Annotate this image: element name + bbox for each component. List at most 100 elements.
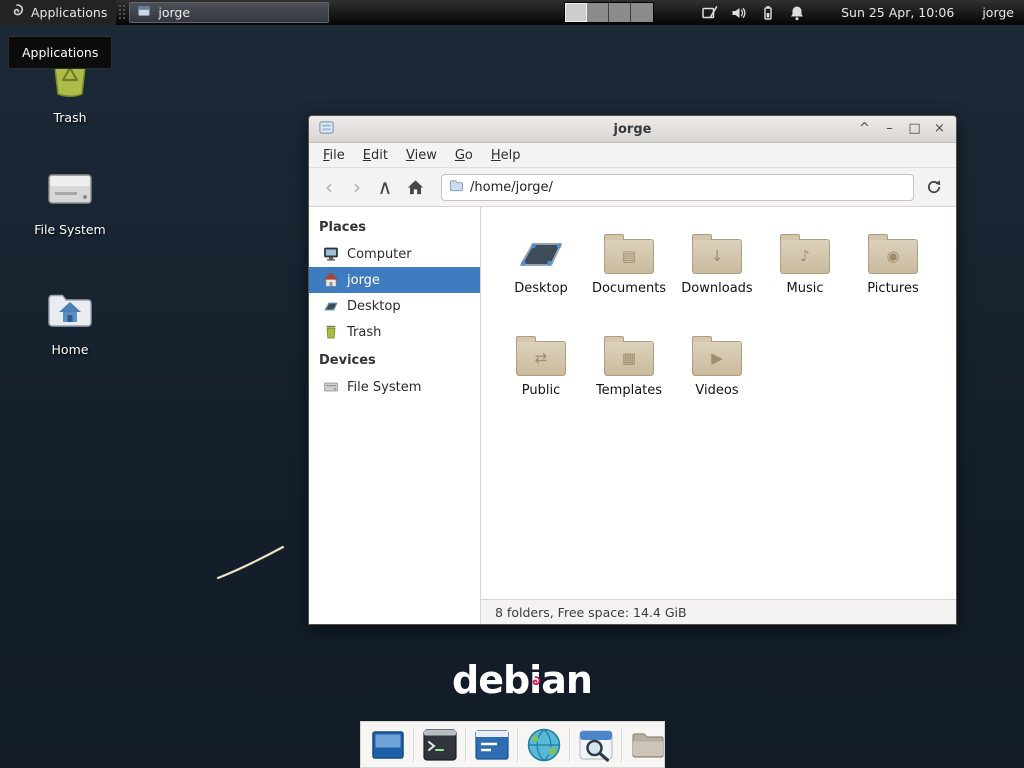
volume-icon[interactable] [731, 5, 747, 21]
folder-icon: ▶ [692, 341, 742, 376]
sidebar-item-desktop[interactable]: Desktop [309, 293, 480, 319]
user-menu[interactable]: jorge [982, 5, 1014, 20]
documents-emblem-icon: ▤ [605, 249, 653, 264]
home-icon [323, 272, 339, 288]
console-launcher-icon[interactable] [473, 726, 511, 764]
desktop-doodle-line [212, 540, 292, 585]
folder-item-pictures[interactable]: ◉ Pictures [849, 225, 937, 313]
dock-separator [465, 728, 467, 762]
folder-item-videos[interactable]: ▶ Videos [673, 327, 761, 415]
folder-icon: ⇄ [516, 341, 566, 376]
titlebar[interactable]: jorge ^ – □ × [309, 116, 956, 143]
applications-menu-button[interactable]: Applications [0, 0, 116, 25]
home-folder-icon [47, 290, 93, 333]
debian-logo: debian [452, 660, 592, 702]
dock-separator [569, 728, 571, 762]
input-device-icon[interactable] [702, 5, 718, 21]
shade-button[interactable]: ^ [857, 116, 872, 142]
folder-item-downloads[interactable]: ↓ Downloads [673, 225, 761, 313]
workspace-1[interactable] [565, 3, 587, 22]
folder-icon: ♪ [780, 239, 830, 274]
templates-emblem-icon: ▦ [605, 351, 653, 366]
videos-emblem-icon: ▶ [693, 351, 741, 366]
dock-separator [517, 728, 519, 762]
statusbar-text: 8 folders, Free space: 14.4 GiB [495, 605, 687, 620]
desktop-launcher-icon[interactable] [369, 726, 407, 764]
desktop-icon-label: Trash [53, 110, 86, 125]
dock-separator [413, 728, 415, 762]
workspace-2[interactable] [587, 3, 609, 22]
sidebar-item-label: File System [347, 380, 421, 395]
folder-item-templates[interactable]: ▦ Templates [585, 327, 673, 415]
close-button[interactable]: × [932, 116, 947, 142]
menu-edit[interactable]: Edit [354, 145, 397, 166]
folder-item-music[interactable]: ♪ Music [761, 225, 849, 313]
menu-help[interactable]: Help [482, 145, 530, 166]
forward-button[interactable]: › [347, 177, 367, 197]
public-emblem-icon: ⇄ [517, 351, 565, 366]
sidebar-item-jorge[interactable]: jorge [309, 267, 480, 293]
folder-item-public[interactable]: ⇄ Public [497, 327, 585, 415]
debian-logo-text: debian [452, 658, 592, 702]
debian-swirl-icon [529, 655, 542, 697]
taskbar-window-label: jorge [158, 5, 190, 20]
clock[interactable]: Sun 25 Apr, 10:06 [841, 5, 954, 20]
back-button[interactable]: ‹ [319, 177, 339, 197]
file-manager-window: jorge ^ – □ × File Edit View Go Help ‹ ›… [308, 115, 957, 625]
desktop-home-icon[interactable]: Home [27, 290, 113, 357]
folder-label: Music [787, 281, 824, 296]
folder-label: Templates [596, 383, 662, 398]
taskbar-window-icon [137, 4, 151, 21]
folder-icon: ▤ [604, 239, 654, 274]
taskbar-window-button[interactable]: jorge [129, 2, 329, 23]
minimize-button[interactable]: – [882, 116, 897, 142]
folder-label: Videos [695, 383, 738, 398]
app-finder-launcher-icon[interactable] [577, 726, 615, 764]
sidebar-devices-header: Devices [309, 345, 480, 374]
path-input[interactable] [470, 180, 906, 195]
notifications-bell-icon[interactable] [789, 5, 805, 21]
music-emblem-icon: ♪ [781, 249, 829, 264]
menu-go[interactable]: Go [446, 145, 482, 166]
path-folder-icon [449, 178, 464, 197]
reload-button[interactable] [922, 179, 946, 195]
desktop-mini-icon [323, 298, 339, 314]
folder-item-desktop[interactable]: Desktop [497, 225, 585, 313]
folder-item-documents[interactable]: ▤ Documents [585, 225, 673, 313]
workspace-switcher [564, 2, 654, 23]
sidebar-item-trash[interactable]: Trash [309, 319, 480, 345]
menubar: File Edit View Go Help [309, 143, 956, 168]
sidebar-item-label: Computer [347, 247, 412, 262]
sidebar-item-label: Desktop [347, 299, 401, 314]
toolbar: ‹ › ∧ [309, 168, 956, 207]
desktop-folder-icon [515, 225, 567, 274]
home-button[interactable] [403, 179, 427, 196]
sidebar-item-computer[interactable]: Computer [309, 241, 480, 267]
workspace-4[interactable] [631, 3, 653, 22]
downloads-emblem-icon: ↓ [693, 249, 741, 264]
dock-separator [621, 728, 623, 762]
terminal-launcher-icon[interactable] [421, 726, 459, 764]
sidebar-item-label: Trash [347, 325, 381, 340]
up-button[interactable]: ∧ [375, 177, 395, 197]
web-browser-launcher-icon[interactable] [525, 726, 563, 764]
maximize-button[interactable]: □ [907, 116, 922, 142]
desktop-filesystem-icon[interactable]: File System [27, 168, 113, 237]
folder-label: Downloads [681, 281, 752, 296]
folder-icon: ◉ [868, 239, 918, 274]
power-icon[interactable] [760, 5, 776, 21]
icon-view: Desktop ▤ Documents ↓ Downloads ♪ Music [481, 207, 956, 599]
folder-icon: ▦ [604, 341, 654, 376]
menu-view[interactable]: View [397, 145, 446, 166]
file-manager-launcher-icon[interactable] [629, 726, 667, 764]
applications-icon [9, 3, 25, 22]
workspace-3[interactable] [609, 3, 631, 22]
folder-label: Documents [592, 281, 666, 296]
folder-label: Desktop [514, 281, 568, 296]
folder-icon: ↓ [692, 239, 742, 274]
top-panel: Applications jorge [0, 0, 1024, 25]
window-body: Places Computer jorge Desktop Trash [309, 207, 956, 624]
sidebar-item-file-system[interactable]: File System [309, 374, 480, 400]
location-bar[interactable] [441, 174, 914, 201]
menu-file[interactable]: File [314, 145, 354, 166]
